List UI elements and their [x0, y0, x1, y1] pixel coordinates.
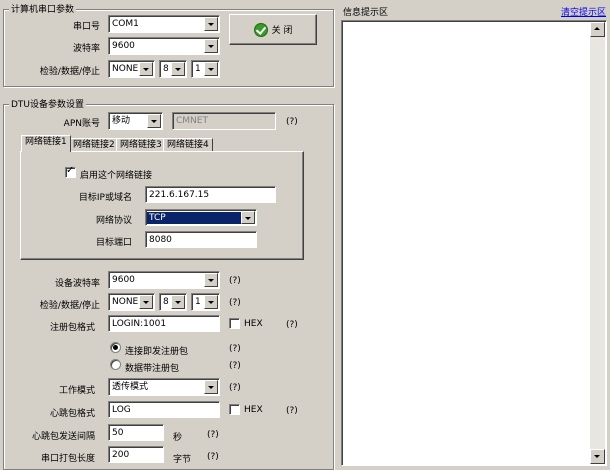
clear-info-link[interactable]: 清空提示区: [561, 5, 606, 18]
heartbeat-interval-input[interactable]: 50: [108, 424, 164, 441]
apn-help[interactable]: (?): [286, 117, 298, 127]
pack-length-input[interactable]: 200: [108, 446, 164, 463]
check-circle-icon: [253, 22, 268, 37]
device-databits-select[interactable]: 8: [159, 293, 187, 311]
device-stopbits-select[interactable]: 1: [191, 293, 220, 311]
register-hex-label: HEX: [244, 319, 263, 329]
connect-register-label: 连接即发注册包: [125, 347, 189, 357]
target-port-input[interactable]: 8080: [145, 231, 257, 248]
serial-port-label: 串口号: [72, 22, 100, 32]
close-button-label: 关 闭: [271, 26, 293, 36]
serial-port-select[interactable]: COM1: [108, 15, 220, 33]
chevron-down-icon[interactable]: [139, 295, 153, 309]
chevron-down-icon[interactable]: [204, 39, 218, 53]
heartbeat-format-input[interactable]: LOG: [108, 401, 220, 418]
dtu-params-legend: DTU设备参数设置: [9, 97, 87, 110]
scroll-up-icon[interactable]: [590, 22, 605, 37]
heartbeat-help[interactable]: (?): [286, 406, 298, 416]
serial-databits-select[interactable]: 8: [159, 60, 187, 78]
info-area-title: 信息提示区: [343, 8, 389, 18]
pack-length-unit: 字节: [173, 455, 192, 465]
chevron-down-icon[interactable]: [241, 211, 255, 224]
data-register-label: 数据带注册包: [125, 364, 180, 374]
apn-label: APN账号: [63, 119, 100, 129]
serial-parity-select[interactable]: NONE: [108, 60, 155, 78]
tab-network-link-1[interactable]: 网络链接1: [21, 135, 71, 152]
target-ip-label: 目标IP或域名: [78, 193, 132, 203]
pack-length-label: 串口打包长度: [40, 454, 95, 464]
protocol-select[interactable]: TCP: [145, 209, 257, 226]
device-parity-help[interactable]: (?): [229, 298, 241, 308]
connect-register-help[interactable]: (?): [229, 344, 241, 354]
connect-register-radio[interactable]: [110, 342, 121, 353]
chevron-down-icon[interactable]: [204, 17, 218, 31]
chevron-down-icon[interactable]: [204, 273, 218, 287]
target-port-label: 目标端口: [95, 238, 132, 248]
serial-baud-select[interactable]: 9600: [108, 37, 220, 55]
work-mode-help[interactable]: (?): [229, 383, 241, 393]
serial-parity-label: 检验/数据/停止: [39, 67, 100, 77]
heartbeat-interval-label: 心跳包发送间隔: [31, 432, 95, 442]
apn-select[interactable]: 移动: [108, 112, 163, 130]
tab-network-link-4[interactable]: 网络链接4: [163, 138, 213, 152]
heartbeat-interval-help[interactable]: (?): [207, 430, 219, 440]
device-baud-label: 设备波特率: [54, 279, 100, 289]
device-baud-help[interactable]: (?): [229, 276, 241, 286]
info-textarea[interactable]: [341, 20, 607, 466]
chevron-down-icon[interactable]: [204, 295, 218, 309]
heartbeat-hex-label: HEX: [244, 405, 263, 415]
serial-baud-label: 波特率: [72, 44, 100, 54]
register-format-input[interactable]: LOGIN:1001: [108, 315, 220, 332]
work-mode-select[interactable]: 透传模式: [108, 378, 220, 396]
register-format-label: 注册包格式: [49, 323, 95, 333]
apn-name-input[interactable]: CMNET: [172, 112, 276, 130]
enable-link-label: 启用这个网络链接: [80, 171, 153, 181]
chevron-down-icon[interactable]: [204, 62, 218, 76]
register-hex-checkbox[interactable]: [229, 318, 240, 329]
chevron-down-icon[interactable]: [171, 295, 185, 309]
device-parity-select[interactable]: NONE: [108, 293, 155, 311]
info-scrollbar[interactable]: [590, 22, 605, 464]
pack-length-help[interactable]: (?): [207, 452, 219, 462]
chevron-down-icon[interactable]: [204, 380, 218, 394]
device-parity-label: 检验/数据/停止: [39, 301, 100, 311]
target-ip-input[interactable]: 221.6.167.15: [145, 186, 276, 203]
chevron-down-icon[interactable]: [147, 114, 161, 128]
close-button[interactable]: 关 闭: [229, 14, 317, 45]
data-register-help[interactable]: (?): [229, 361, 241, 371]
device-baud-select[interactable]: 9600: [108, 271, 220, 289]
tab-network-link-2[interactable]: 网络链接2: [69, 138, 119, 152]
scroll-down-icon[interactable]: [590, 449, 605, 464]
work-mode-label: 工作模式: [58, 386, 95, 396]
enable-link-checkbox[interactable]: [65, 165, 76, 178]
serial-stopbits-select[interactable]: 1: [191, 60, 220, 78]
register-help[interactable]: (?): [286, 320, 298, 330]
heartbeat-hex-checkbox[interactable]: [229, 404, 240, 415]
data-register-radio[interactable]: [110, 359, 121, 370]
serial-params-legend: 计算机串口参数: [9, 2, 77, 15]
protocol-label: 网络协议: [95, 216, 132, 226]
tab-network-link-3[interactable]: 网络链接3: [116, 138, 166, 152]
chevron-down-icon[interactable]: [139, 62, 153, 76]
heartbeat-interval-unit: 秒: [173, 433, 183, 443]
chevron-down-icon[interactable]: [171, 62, 185, 76]
heartbeat-format-label: 心跳包格式: [49, 409, 95, 419]
